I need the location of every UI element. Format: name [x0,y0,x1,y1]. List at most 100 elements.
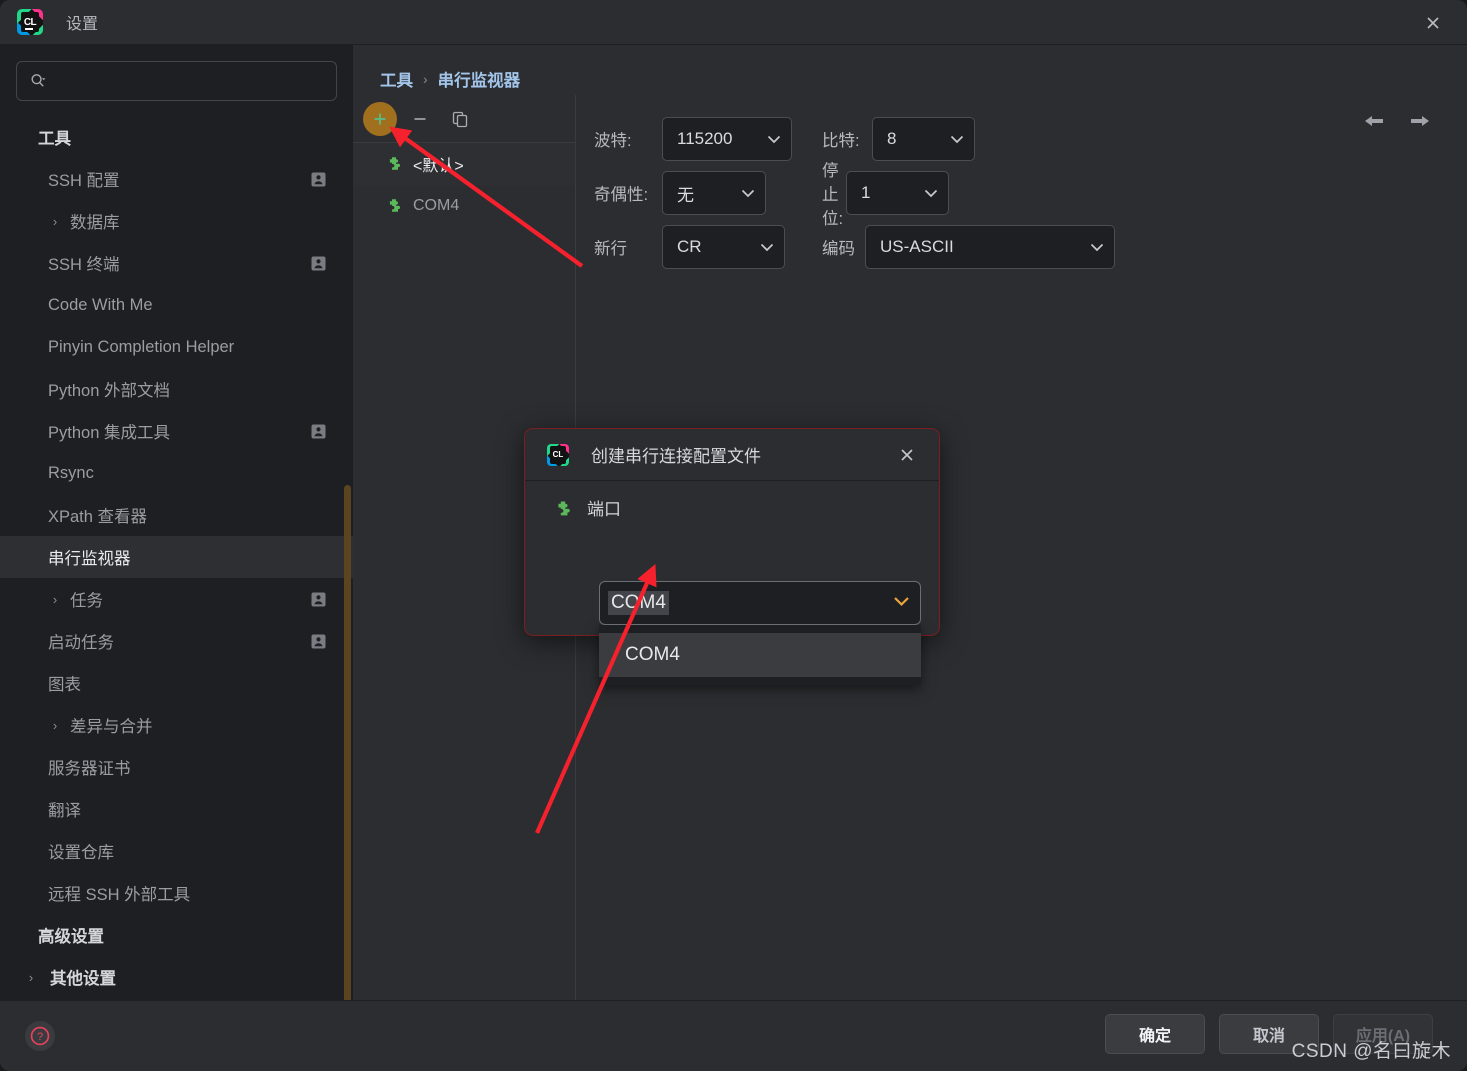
sidebar-item-0[interactable]: ›工具 [0,116,353,158]
form-row-3: 新行 CR 编码 US-ASCII [576,220,1467,274]
sidebar-item-label: 翻译 [48,802,81,820]
encoding-label: 编码 [822,240,855,258]
profile-name: <默认> [413,158,464,175]
stopbits-value: 1 [861,183,871,202]
sidebar-item-20[interactable]: › 其他设置 [0,956,353,998]
clion-logo-icon: CL [547,443,569,466]
sidebar-item-16[interactable]: ›翻译 [0,788,353,830]
close-icon[interactable] [1419,9,1447,37]
port-label: 端口 [587,500,621,519]
bits-label: 比特: [822,132,860,150]
sidebar-item-17[interactable]: ›设置仓库 [0,830,353,872]
sidebar-item-label: 串行监视器 [48,550,131,568]
chevron-down-icon [760,243,774,252]
profiles-toolbar [353,95,575,143]
chevron-down-icon [924,189,938,198]
parity-combo[interactable]: 无 [662,171,766,215]
baud-value: 115200 [677,129,733,148]
remove-profile-button[interactable] [403,102,437,136]
breadcrumb-current: 串行监视器 [437,72,521,90]
port-dropdown-option[interactable]: COM4 [599,633,921,677]
dialog-close-icon[interactable] [895,443,919,467]
sidebar-item-label: 图表 [48,676,81,694]
chevron-right-icon[interactable]: › [46,718,64,733]
sidebar-item-8[interactable]: ›Rsync [0,452,353,494]
sidebar-item-label: 工具 [38,130,71,148]
form-row-1: 波特: 115200 比特: 8 [576,112,1467,166]
bits-combo[interactable]: 8 [872,117,975,161]
sidebar-item-9[interactable]: ›XPath 查看器 [0,494,353,536]
chevron-right-icon[interactable]: › [22,970,40,985]
sidebar-item-15[interactable]: ›服务器证书 [0,746,353,788]
profile-list-item[interactable]: COM4 [353,185,575,227]
stopbits-combo[interactable]: 1 [846,171,949,215]
svg-text:?: ? [37,1031,43,1043]
dialog-body: 端口 COM4 COM4 [525,481,939,685]
sidebar-item-19[interactable]: ›高级设置 [0,914,353,956]
profile-name: COM4 [413,197,460,214]
dialog-footer: ? 确定 取消 应用(A) CSDN @名曰旋木 [0,1000,1467,1071]
settings-sidebar: ›工具›SSH 配置›数据库›SSH 终端›Code With Me›Pinyi… [0,45,353,1000]
chevron-down-icon[interactable] [893,594,910,612]
copy-profile-button[interactable] [443,102,477,136]
port-dropdown-list: COM4 [599,625,921,685]
sidebar-item-label: XPath 查看器 [48,508,148,526]
settings-tree: ›工具›SSH 配置›数据库›SSH 终端›Code With Me›Pinyi… [0,116,353,998]
sidebar-item-1[interactable]: ›SSH 配置 [0,158,353,200]
watermark-text: CSDN @名曰旋木 [1291,1041,1451,1062]
chevron-right-icon[interactable]: › [46,214,64,229]
sidebar-item-18[interactable]: ›远程 SSH 外部工具 [0,872,353,914]
profile-list-item[interactable]: <默认> [353,143,575,185]
add-profile-button[interactable] [363,101,397,136]
clion-logo-icon: CL [17,9,43,35]
sidebar-item-12[interactable]: ›启动任务 [0,620,353,662]
chevron-down-icon [950,135,964,144]
sidebar-item-label: SSH 终端 [48,256,120,274]
encoding-value: US-ASCII [880,237,954,256]
dialog-titlebar: CL 创建串行连接配置文件 [525,429,939,481]
sidebar-item-label: 启动任务 [48,634,114,652]
sidebar-item-14[interactable]: › 差异与合并 [0,704,353,746]
window-titlebar: CL 设置 [0,0,1467,45]
sidebar-item-3[interactable]: ›SSH 终端 [0,242,353,284]
sidebar-item-5[interactable]: ›Pinyin Completion Helper [0,326,353,368]
dialog-title: 创建串行连接配置文件 [591,447,761,466]
person-badge-icon [311,256,326,271]
profiles-list: <默认> COM4 [353,143,575,227]
sidebar-item-10[interactable]: ›串行监视器 [0,536,353,578]
sidebar-item-label: Pinyin Completion Helper [48,337,235,356]
newline-value: CR [677,237,702,256]
baud-label: 波特: [594,132,632,150]
sidebar-item-4[interactable]: ›Code With Me [0,284,353,326]
sidebar-item-11[interactable]: › 任务 [0,578,353,620]
person-badge-icon [311,592,326,607]
sidebar-item-13[interactable]: ›图表 [0,662,353,704]
help-icon[interactable]: ? [25,1021,55,1051]
sidebar-scrollbar[interactable] [344,485,351,1000]
sidebar-item-label: SSH 配置 [48,172,120,190]
baud-combo[interactable]: 115200 [662,117,792,161]
person-badge-icon [311,424,326,439]
create-serial-profile-dialog: CL 创建串行连接配置文件 端口 COM4 COM4 [524,428,940,685]
sidebar-item-label: 远程 SSH 外部工具 [48,886,191,904]
breadcrumb-parent[interactable]: 工具 [380,67,413,91]
search-box[interactable] [16,61,337,101]
chevron-right-icon[interactable]: › [46,592,64,607]
parity-value: 无 [677,185,694,205]
sidebar-item-7[interactable]: ›Python 集成工具 [0,410,353,452]
ok-button[interactable]: 确定 [1105,1014,1205,1054]
search-input[interactable] [55,73,324,89]
chevron-down-icon [1090,243,1104,252]
sidebar-item-6[interactable]: ›Python 外部文档 [0,368,353,410]
stopbits-label: 停止位: [822,162,844,228]
parity-label: 奇偶性: [594,186,649,204]
sidebar-item-2[interactable]: › 数据库 [0,200,353,242]
sidebar-item-label: Rsync [48,463,94,482]
newline-combo[interactable]: CR [662,225,785,269]
dialog-logo-text: CL [550,445,566,464]
sidebar-item-label: Python 集成工具 [48,424,170,442]
port-combo[interactable]: COM4 [599,581,921,625]
sidebar-item-label: Code With Me [48,295,153,314]
encoding-combo[interactable]: US-ASCII [865,225,1115,269]
plugin-puzzle-icon [385,155,403,173]
